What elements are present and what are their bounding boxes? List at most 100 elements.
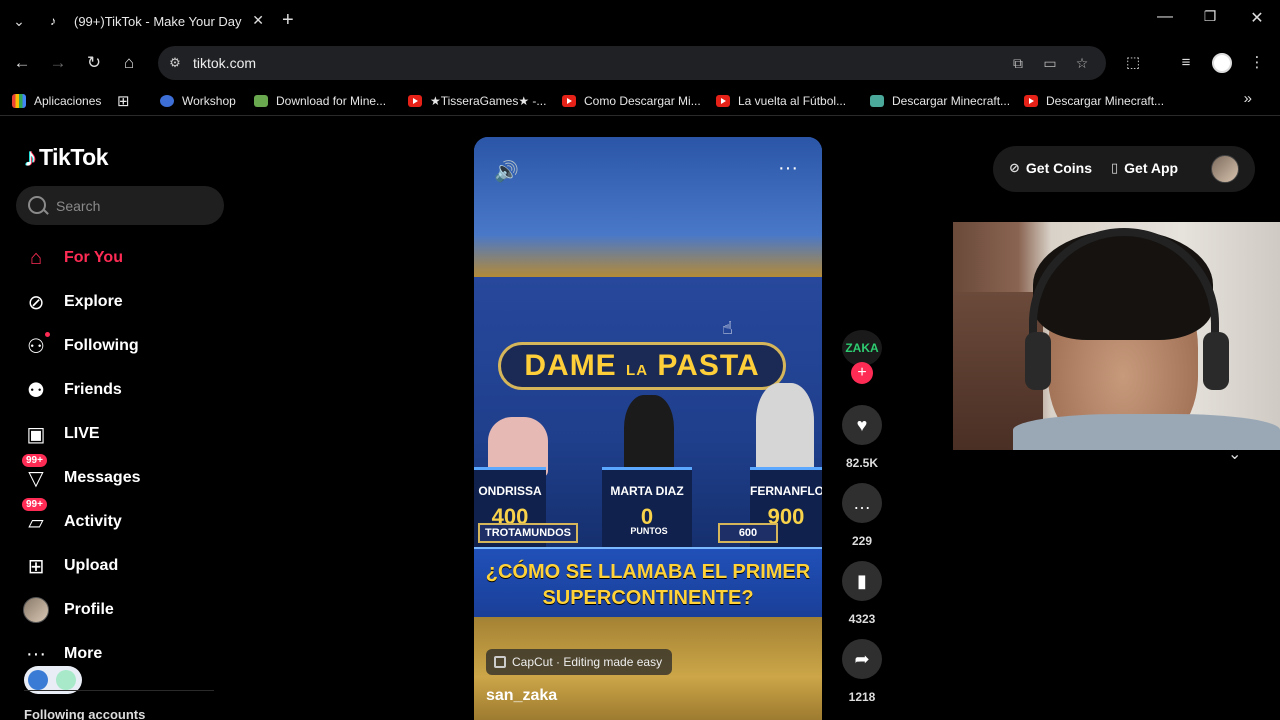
address-bar[interactable]: ⚙ tiktok.com ⧉ ▭ ☆	[158, 46, 1106, 80]
youtube-icon	[1024, 95, 1038, 107]
get-app-button[interactable]: ▯ Get App	[1111, 160, 1178, 176]
friends-icon: ⚉	[27, 379, 45, 402]
bookmarks-bar: Aplicaciones ⊞ Workshop Download for Min…	[0, 86, 1280, 116]
team-label-right: 600	[718, 523, 778, 543]
browser-tab-bar: ⌄ ♪ (99+)TikTok - Make Your Day ✕ + — ❐ …	[0, 0, 1280, 42]
browser-menu-icon[interactable]: ⋮	[1246, 52, 1268, 74]
compass-icon: ⊘	[27, 291, 45, 314]
browser-tab[interactable]: ♪ (99+)TikTok - Make Your Day ✕	[40, 6, 272, 36]
back-arrow-icon[interactable]: ←	[11, 52, 33, 74]
bookmark-download-minecraft[interactable]: Download for Mine...	[254, 92, 386, 110]
team-label-left: TROTAMUNDOS	[478, 523, 578, 543]
extensions-icon[interactable]: ⬚	[1122, 52, 1144, 74]
tiktok-note-icon: ♪	[24, 142, 37, 172]
messages-icon: ▽ 99+	[22, 454, 50, 492]
bookmark-workshop[interactable]: Workshop	[160, 92, 236, 110]
activity-badge: 99+	[22, 498, 47, 511]
youtube-icon	[408, 95, 422, 107]
new-tab-icon[interactable]: +	[282, 9, 294, 31]
nav-messages[interactable]: ▽ 99+ Messages	[22, 454, 222, 493]
share-arrow-icon[interactable]: ➦	[842, 639, 882, 679]
share-count: 1218	[848, 690, 876, 704]
messages-badge: 99+	[22, 454, 47, 467]
volume-icon[interactable]: 🔊	[494, 159, 519, 184]
team-label-center: PUNTOS	[630, 526, 668, 536]
overlay-app-icon	[28, 670, 48, 690]
tab-search-chevron-icon[interactable]: ⌄	[8, 10, 30, 32]
steam-icon	[160, 95, 174, 107]
video-more-icon[interactable]: ···	[778, 157, 798, 180]
tiktok-logo[interactable]: ♪ TikTok	[24, 142, 109, 173]
minimize-icon[interactable]: —	[1150, 8, 1180, 26]
youtube-icon	[716, 95, 730, 107]
nav-activity[interactable]: ▱ 99+ Activity	[22, 498, 222, 537]
creator-avatar[interactable]: ZAKA	[842, 330, 882, 366]
video-player[interactable]: 🔊 ··· DAME LA PASTA ONDRISSA 400 MARTA D…	[474, 137, 822, 720]
show-title-banner: DAME LA PASTA	[498, 342, 786, 390]
nav-for-you[interactable]: ⌂ For You	[22, 243, 222, 273]
site-settings-icon[interactable]: ⚙	[166, 54, 184, 72]
translate-icon[interactable]: ⧉	[1008, 54, 1028, 72]
bookmark-la-vuelta[interactable]: La vuelta al Fútbol...	[716, 92, 846, 110]
phone-icon: ▯	[1111, 160, 1119, 175]
like-heart-icon[interactable]: ♥	[842, 405, 882, 445]
capcut-icon	[494, 656, 506, 668]
webcam-overlay	[953, 222, 1280, 450]
video-author[interactable]: san_zaka	[486, 687, 557, 705]
mouse-cursor-icon: ☝	[722, 318, 733, 338]
profile-icon	[22, 596, 50, 624]
sidebar-divider	[24, 690, 214, 691]
bookmark-descargar-minecraft-2[interactable]: Descargar Minecraft...	[1024, 92, 1164, 110]
following-accounts-heading: Following accounts	[24, 707, 146, 720]
nav-friends[interactable]: ⚉ Friends	[22, 375, 222, 405]
apps-grid-icon	[12, 94, 26, 108]
comment-icon[interactable]: …	[842, 483, 882, 523]
capcut-tag[interactable]: CapCut · Editing made easy	[486, 649, 673, 675]
tiktok-favicon-icon: ♪	[50, 14, 56, 28]
nav-live[interactable]: ▣ LIVE	[22, 419, 222, 449]
address-url: tiktok.com	[193, 55, 257, 71]
bookmark-como-descargar[interactable]: Como Descargar Mi...	[562, 92, 701, 110]
get-coins-button[interactable]: ⊘ Get Coins	[1009, 160, 1092, 176]
search-icon	[28, 196, 46, 214]
bookmark-icon[interactable]: ▮	[842, 561, 882, 601]
following-icon: ⚇	[22, 332, 50, 360]
new-dot	[45, 332, 50, 337]
contestant-figure	[756, 383, 814, 477]
window-close-icon[interactable]: ✕	[1242, 8, 1272, 28]
nav-explore[interactable]: ⊘ Explore	[22, 287, 222, 317]
nav-upload[interactable]: ⊞ Upload	[22, 551, 222, 581]
coin-icon: ⊘	[1009, 160, 1020, 175]
follow-plus-icon[interactable]: +	[851, 362, 873, 384]
youtube-icon	[562, 95, 576, 107]
bookmark-tisseragames[interactable]: ★TisseraGames★ -...	[408, 92, 546, 110]
minecraft-block-icon	[254, 95, 268, 107]
media-control-icon[interactable]: ≡	[1175, 52, 1197, 74]
reload-icon[interactable]: ↻	[83, 52, 105, 74]
search-input[interactable]: Search	[16, 186, 224, 225]
tab-close-icon[interactable]: ✕	[252, 12, 264, 29]
bookmarks-overflow-icon[interactable]: »	[1244, 90, 1252, 107]
bookmark-grid-icon[interactable]: ⊞	[117, 92, 130, 110]
nav-more[interactable]: ··· More	[22, 639, 222, 669]
like-count: 82.5K	[845, 456, 879, 470]
browser-profile-avatar[interactable]	[1212, 53, 1232, 73]
next-video-chevron-icon[interactable]: ⌄	[1228, 444, 1241, 464]
forward-arrow-icon[interactable]: →	[47, 52, 69, 74]
home-page-icon[interactable]: ⌂	[118, 52, 140, 74]
nav-following[interactable]: ⚇ Following	[22, 331, 222, 361]
minecraft-cube-icon	[870, 95, 884, 107]
bookmark-star-icon[interactable]: ☆	[1072, 54, 1092, 72]
save-count: 4323	[848, 612, 876, 626]
bookmark-apps[interactable]: Aplicaciones	[12, 92, 101, 110]
home-icon: ⌂	[29, 246, 43, 269]
nav-profile[interactable]: Profile	[22, 595, 222, 625]
restore-icon[interactable]: ❐	[1195, 8, 1225, 25]
user-avatar[interactable]	[1211, 155, 1239, 183]
more-icon: ···	[26, 642, 46, 665]
search-placeholder: Search	[56, 198, 101, 214]
headset-ear-left	[1025, 332, 1051, 390]
upload-icon: ⊞	[27, 555, 45, 578]
bookmark-descargar-minecraft-1[interactable]: Descargar Minecraft...	[870, 92, 1010, 110]
cast-icon[interactable]: ▭	[1040, 54, 1060, 72]
